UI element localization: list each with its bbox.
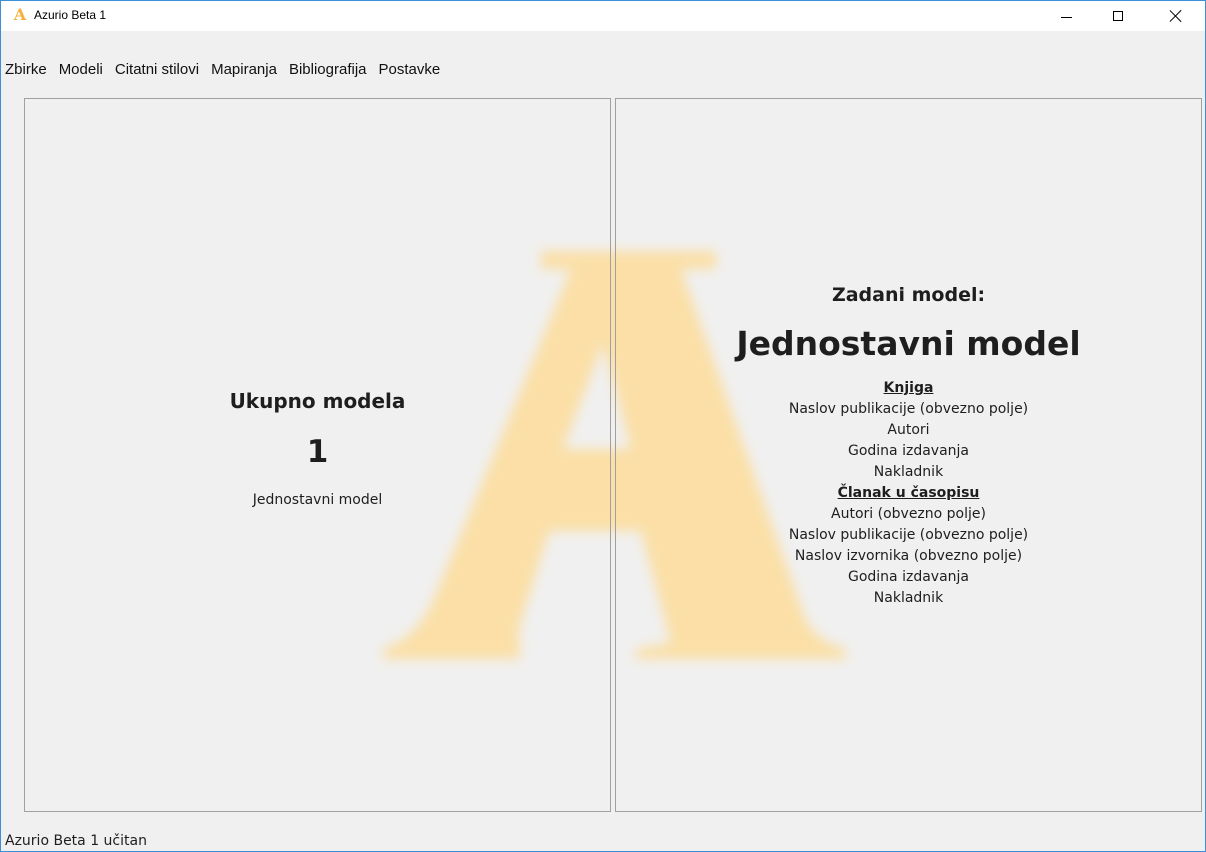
models-count-heading: Ukupno modela bbox=[229, 389, 406, 413]
status-bar-text: Azurio Beta 1 učitan bbox=[5, 833, 147, 849]
menu-item-zbirke[interactable]: Zbirke bbox=[2, 61, 51, 78]
menu-bar: Zbirke Modeli Citatni stilovi Mapiranja … bbox=[1, 54, 1205, 84]
field-item: Autori bbox=[887, 422, 930, 438]
field-item: Godina izdavanja bbox=[847, 443, 969, 459]
title-bar[interactable]: A Azurio Beta 1 bbox=[1, 1, 1205, 31]
field-item: Autori (obvezno polje) bbox=[831, 506, 986, 522]
field-item: Naslov publikacije (obvezno polje) bbox=[788, 401, 1029, 417]
field-item: Godina izdavanja bbox=[847, 569, 969, 585]
azurio-logo-icon: A bbox=[13, 5, 27, 24]
window-title: Azurio Beta 1 bbox=[34, 8, 107, 22]
menu-item-postavke[interactable]: Postavke bbox=[375, 61, 445, 78]
field-item: Naslov publikacije (obvezno polje) bbox=[788, 527, 1029, 543]
menu-item-mapiranja[interactable]: Mapiranja bbox=[207, 61, 281, 78]
publication-type-title: Knjiga bbox=[883, 380, 934, 396]
minimize-icon bbox=[1060, 16, 1072, 18]
publication-type-list: Knjiga Naslov publikacije (obvezno polje… bbox=[615, 378, 1202, 609]
close-button[interactable] bbox=[1153, 1, 1199, 31]
menu-item-bibliografija[interactable]: Bibliografija bbox=[285, 61, 371, 78]
default-model-summary: Zadani model: Jednostavni model Knjiga N… bbox=[615, 284, 1202, 609]
default-model-label: Zadani model: bbox=[831, 284, 986, 306]
main-window: A Azurio Beta 1 Zbirke Modeli Citatni st… bbox=[0, 0, 1206, 852]
maximize-button[interactable] bbox=[1095, 1, 1141, 31]
models-count-value: 1 bbox=[306, 434, 329, 470]
field-item: Nakladnik bbox=[873, 464, 944, 480]
close-icon bbox=[1169, 9, 1183, 23]
menu-item-modeli[interactable]: Modeli bbox=[55, 61, 107, 78]
default-model-name: Jednostavni model bbox=[736, 324, 1081, 363]
field-item: Nakladnik bbox=[873, 590, 944, 606]
minimize-button[interactable] bbox=[1043, 1, 1089, 31]
field-item: Naslov izvornika (obvezno polje) bbox=[794, 548, 1023, 564]
model-name-item: Jednostavni model bbox=[252, 492, 383, 508]
publication-type-title: Članak u časopisu bbox=[837, 485, 980, 501]
models-summary: Ukupno modela 1 Jednostavni model bbox=[24, 389, 611, 508]
menu-item-citatni-stilovi[interactable]: Citatni stilovi bbox=[111, 61, 203, 78]
maximize-icon bbox=[1113, 11, 1123, 21]
